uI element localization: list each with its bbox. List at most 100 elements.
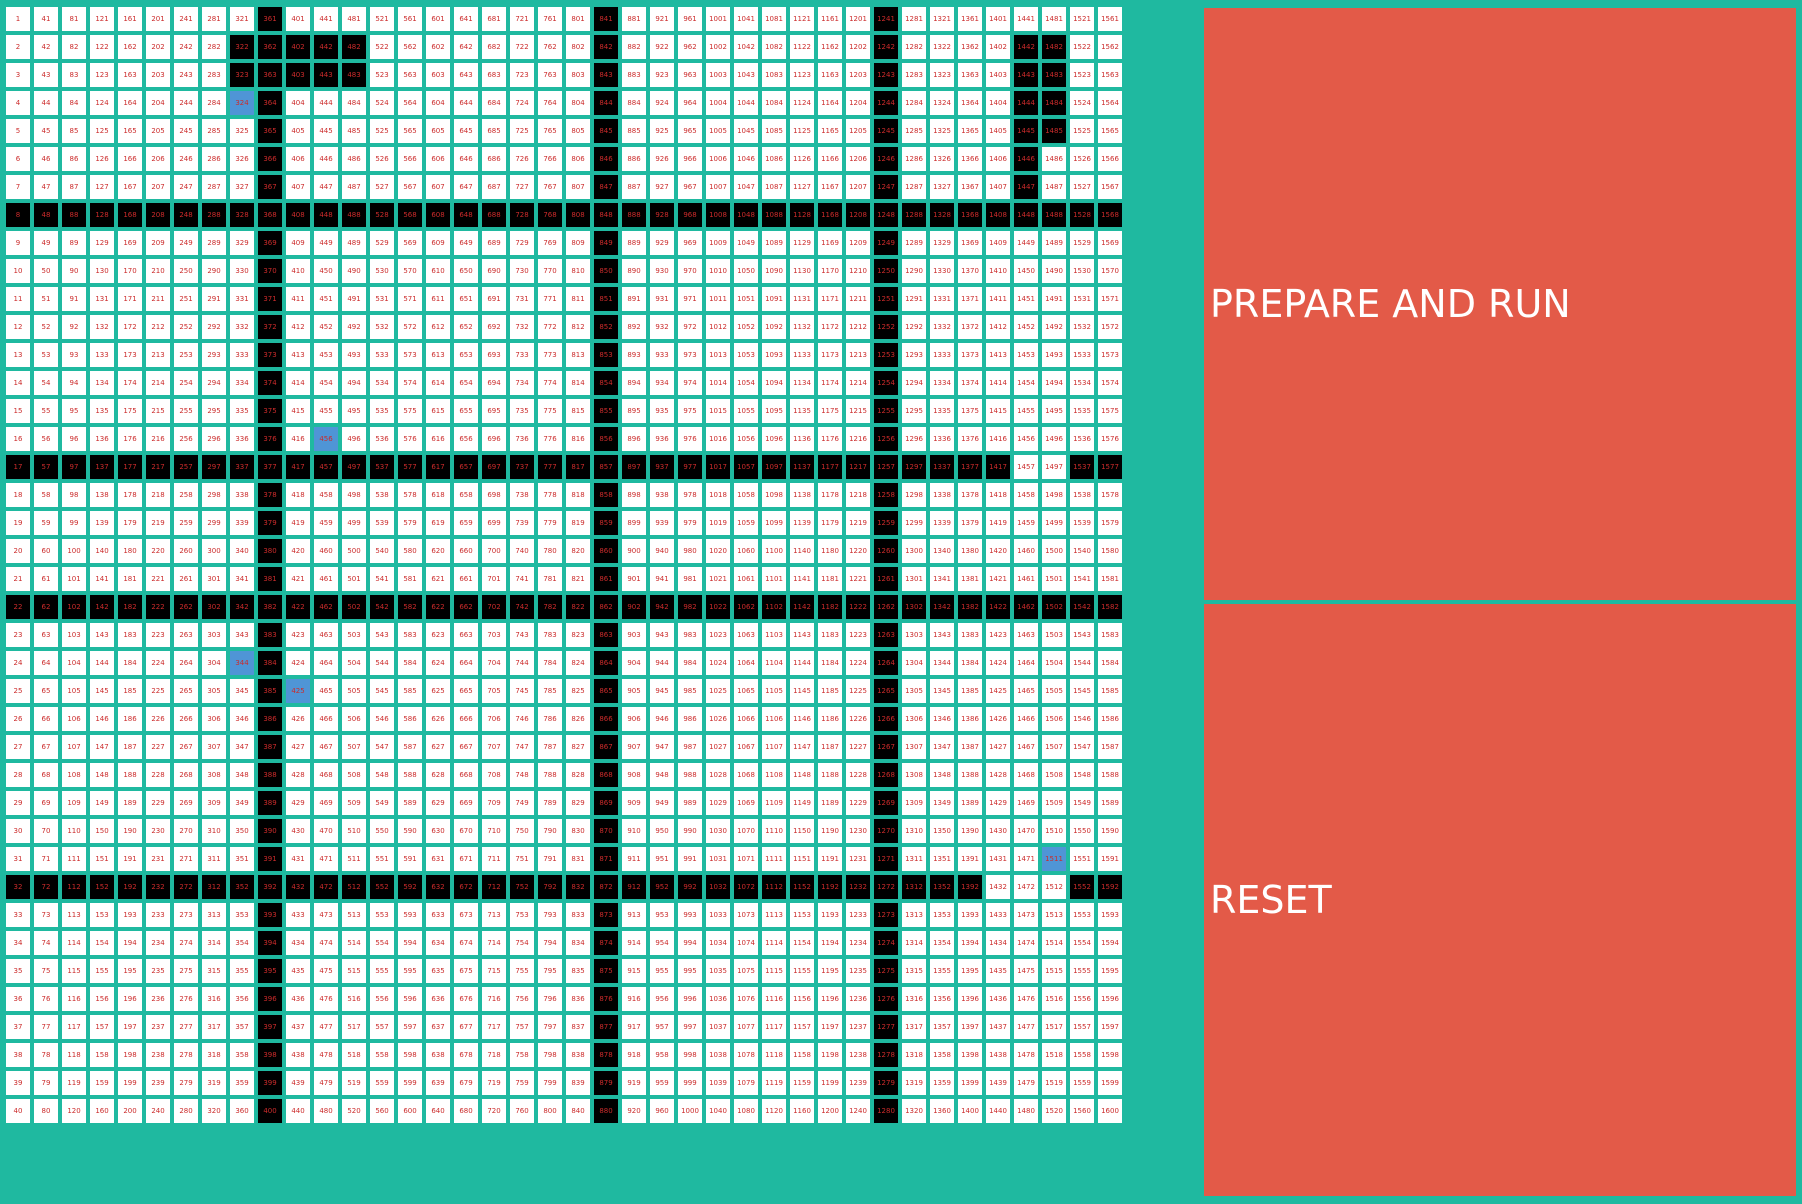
grid-cell[interactable]: 1181 (816, 565, 844, 593)
grid-cell[interactable]: 591 (396, 845, 424, 873)
grid-cell[interactable]: 984 (676, 649, 704, 677)
grid-cell[interactable]: 780 (536, 537, 564, 565)
grid-cell[interactable]: 522 (368, 33, 396, 61)
grid-cell[interactable]: 1180 (816, 537, 844, 565)
grid-cell[interactable]: 689 (480, 229, 508, 257)
grid-cell[interactable]: 1370 (956, 257, 984, 285)
grid-cell[interactable]: 124 (88, 89, 116, 117)
grid-cell[interactable]: 281 (200, 5, 228, 33)
grid-cell[interactable]: 1549 (1068, 789, 1096, 817)
grid-cell-wall[interactable]: 1368 (956, 201, 984, 229)
grid-cell[interactable]: 1437 (984, 1013, 1012, 1041)
grid-cell-wall[interactable]: 368 (256, 201, 284, 229)
grid-cell[interactable]: 1061 (732, 565, 760, 593)
grid-cell[interactable]: 1460 (1012, 537, 1040, 565)
grid-cell-wall[interactable]: 1254 (872, 369, 900, 397)
grid-cell[interactable]: 148 (88, 761, 116, 789)
grid-cell[interactable]: 645 (452, 117, 480, 145)
grid-cell[interactable]: 819 (564, 509, 592, 537)
grid-cell[interactable]: 730 (508, 257, 536, 285)
grid-cell-wall[interactable]: 1072 (732, 873, 760, 901)
grid-cell[interactable]: 459 (312, 509, 340, 537)
grid-cell[interactable]: 1065 (732, 677, 760, 705)
grid-cell[interactable]: 1572 (1096, 313, 1124, 341)
grid-cell-wall[interactable]: 1128 (788, 201, 816, 229)
grid-cell[interactable]: 195 (116, 957, 144, 985)
grid-cell[interactable]: 82 (60, 33, 88, 61)
grid-cell-wall[interactable]: 1048 (732, 201, 760, 229)
grid-cell[interactable]: 907 (620, 733, 648, 761)
grid-cell[interactable]: 203 (144, 61, 172, 89)
grid-cell-wall[interactable]: 777 (536, 453, 564, 481)
grid-cell[interactable]: 1050 (732, 257, 760, 285)
grid-cell[interactable]: 746 (508, 705, 536, 733)
grid-cell[interactable]: 1514 (1040, 929, 1068, 957)
grid-cell[interactable]: 226 (144, 705, 172, 733)
grid-cell[interactable]: 1343 (928, 621, 956, 649)
grid-cell[interactable]: 250 (172, 257, 200, 285)
grid-cell-wall[interactable]: 542 (368, 593, 396, 621)
grid-cell[interactable]: 1091 (760, 285, 788, 313)
grid-cell-wall[interactable]: 657 (452, 453, 480, 481)
grid-cell-wall[interactable]: 1422 (984, 593, 1012, 621)
grid-cell-wall[interactable]: 1528 (1068, 201, 1096, 229)
grid-cell[interactable]: 773 (536, 341, 564, 369)
grid-cell[interactable]: 565 (396, 117, 424, 145)
grid-cell-wall[interactable]: 472 (312, 873, 340, 901)
grid-cell[interactable]: 1284 (900, 89, 928, 117)
grid-cell-wall[interactable]: 768 (536, 201, 564, 229)
grid-cell[interactable]: 739 (508, 509, 536, 537)
grid-cell-wall[interactable]: 1088 (760, 201, 788, 229)
grid-cell-wall[interactable]: 1352 (928, 873, 956, 901)
grid-cell[interactable]: 1491 (1040, 285, 1068, 313)
grid-cell-wall[interactable]: 302 (200, 593, 228, 621)
grid-cell-wall[interactable]: 288 (200, 201, 228, 229)
grid-cell[interactable]: 698 (480, 481, 508, 509)
grid-cell[interactable]: 1167 (816, 173, 844, 201)
grid-cell[interactable]: 626 (424, 705, 452, 733)
grid-cell[interactable]: 188 (116, 761, 144, 789)
grid-cell-wall[interactable]: 1392 (956, 873, 984, 901)
grid-cell[interactable]: 196 (116, 985, 144, 1013)
grid-cell[interactable]: 1329 (928, 229, 956, 257)
grid-cell[interactable]: 616 (424, 425, 452, 453)
grid-cell[interactable]: 668 (452, 761, 480, 789)
grid-cell-wall[interactable]: 1342 (928, 593, 956, 621)
grid-cell[interactable]: 239 (144, 1069, 172, 1097)
grid-cell[interactable]: 1207 (844, 173, 872, 201)
grid-cell[interactable]: 355 (228, 957, 256, 985)
grid-cell[interactable]: 1053 (732, 341, 760, 369)
grid-cell[interactable]: 1489 (1040, 229, 1068, 257)
grid-cell-wall[interactable]: 853 (592, 341, 620, 369)
grid-cell[interactable]: 1096 (760, 425, 788, 453)
grid-cell[interactable]: 603 (424, 61, 452, 89)
grid-cell[interactable]: 1161 (816, 5, 844, 33)
grid-cell[interactable]: 1011 (704, 285, 732, 313)
grid-cell[interactable]: 1561 (1096, 5, 1124, 33)
grid-cell-wall[interactable]: 688 (480, 201, 508, 229)
grid-cell[interactable]: 971 (676, 285, 704, 313)
grid-cell[interactable]: 1546 (1068, 705, 1096, 733)
grid-cell-wall[interactable]: 662 (452, 593, 480, 621)
grid-cell-wall[interactable]: 854 (592, 369, 620, 397)
grid-cell[interactable]: 34 (4, 929, 32, 957)
grid-cell[interactable]: 781 (536, 565, 564, 593)
grid-cell[interactable]: 514 (340, 929, 368, 957)
grid-cell[interactable]: 1120 (760, 1097, 788, 1125)
grid-cell[interactable]: 1554 (1068, 929, 1096, 957)
grid-cell-wall[interactable]: 1448 (1012, 201, 1040, 229)
grid-cell[interactable]: 1038 (704, 1041, 732, 1069)
grid-cell[interactable]: 338 (228, 481, 256, 509)
grid-cell[interactable]: 31 (4, 845, 32, 873)
grid-cell[interactable]: 921 (648, 5, 676, 33)
grid-cell[interactable]: 884 (620, 89, 648, 117)
grid-cell[interactable]: 475 (312, 957, 340, 985)
grid-cell[interactable]: 609 (424, 229, 452, 257)
grid-cell-wall[interactable]: 1272 (872, 873, 900, 901)
grid-cell[interactable]: 572 (396, 313, 424, 341)
grid-cell-wall[interactable]: 880 (592, 1097, 620, 1125)
grid-cell-wall[interactable]: 1192 (816, 873, 844, 901)
grid-cell-wall[interactable]: 483 (340, 61, 368, 89)
grid-cell[interactable]: 571 (396, 285, 424, 313)
grid-cell[interactable]: 518 (340, 1041, 368, 1069)
